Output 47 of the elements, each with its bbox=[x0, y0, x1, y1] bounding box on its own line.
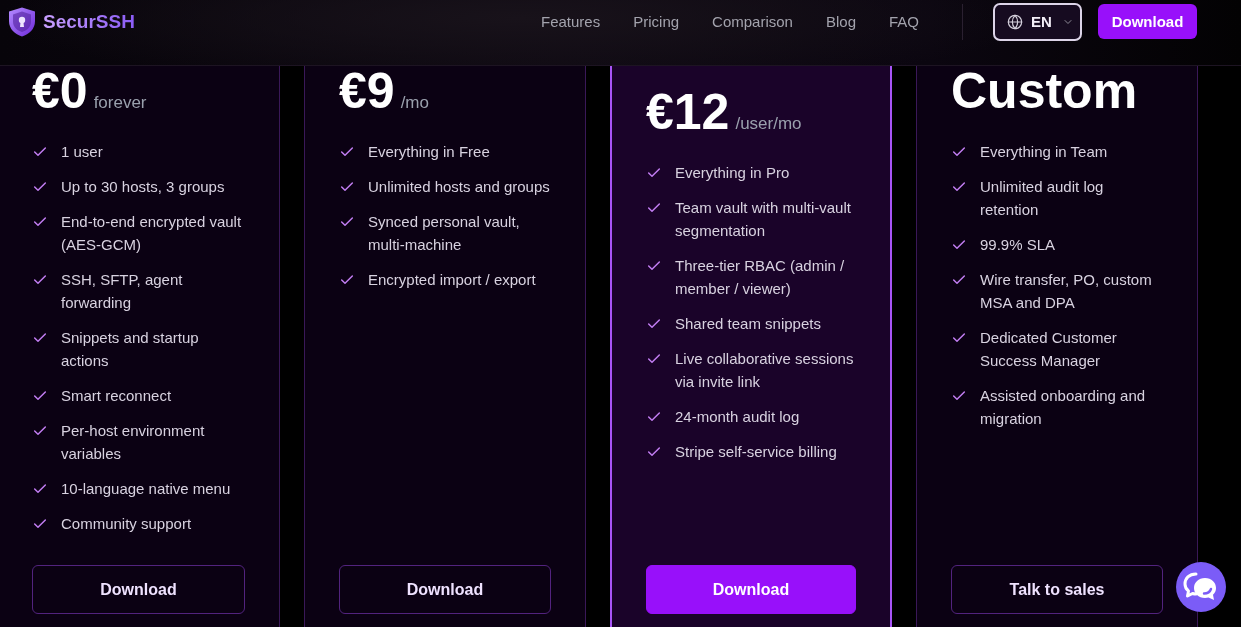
feature-text: 24-month audit log bbox=[675, 407, 800, 427]
feature-text: Smart reconnect bbox=[61, 386, 172, 406]
nav-link[interactable]: FAQ bbox=[889, 13, 919, 30]
feature-text: Snippets and startup actions bbox=[61, 328, 200, 371]
nav-link[interactable]: Comparison bbox=[712, 13, 793, 30]
feature-text: End-to-end encrypted vault (AES-GCM) bbox=[61, 212, 243, 255]
feature-text: Shared team snippets bbox=[675, 314, 821, 334]
download-button[interactable]: Download bbox=[1098, 4, 1197, 39]
feature-text: 10-language native menu bbox=[61, 479, 231, 499]
feature-text: Encrypted import / export bbox=[368, 270, 536, 290]
plan-button[interactable]: Download bbox=[646, 565, 856, 614]
feature-text: Synced personal vault, multi-machine bbox=[368, 212, 521, 255]
feature-text: 99.9% SLA bbox=[980, 235, 1056, 255]
feature-text: Assisted onboarding and migration bbox=[980, 386, 1147, 429]
plan-button[interactable]: Download bbox=[339, 565, 551, 614]
price: €9 bbox=[339, 66, 395, 116]
price: Custom bbox=[951, 66, 1138, 116]
feature-text: Team vault with multi-vault segmentation bbox=[675, 198, 852, 241]
nav-link[interactable]: Features bbox=[541, 13, 601, 30]
chat-icon[interactable] bbox=[1176, 562, 1226, 612]
billing-period: /user/mo bbox=[735, 114, 802, 134]
feature-text: Live collaborative sessions via invite link bbox=[675, 349, 855, 392]
feature-text: Up to 30 hosts, 3 groups bbox=[61, 177, 225, 197]
feature-text: 1 user bbox=[61, 142, 103, 162]
feature-text: Wire transfer, PO, custom MSA and DPA bbox=[980, 270, 1153, 313]
feature-text: Unlimited audit log retention bbox=[980, 177, 1105, 220]
feature-text: Dedicated Customer Success Manager bbox=[980, 328, 1118, 371]
billing-period: forever bbox=[93, 93, 147, 113]
shield-logo-icon bbox=[8, 6, 36, 37]
billing-period: /mo bbox=[400, 93, 429, 113]
feature-text: Community support bbox=[61, 514, 192, 534]
feature-text: SSH, SFTP, agent forwarding bbox=[61, 270, 184, 313]
price: €0 bbox=[32, 66, 88, 116]
feature-text: Per-host environment variables bbox=[61, 421, 206, 464]
nav-link[interactable]: Pricing bbox=[633, 13, 680, 30]
price: €12 bbox=[646, 87, 730, 137]
feature-text: Everything in Team bbox=[980, 142, 1108, 162]
feature-text: Unlimited hosts and groups bbox=[368, 177, 550, 197]
plan-button[interactable]: Talk to sales bbox=[951, 565, 1163, 614]
plan-button[interactable]: Download bbox=[32, 565, 245, 614]
globe-icon bbox=[1007, 13, 1023, 30]
language-button[interactable]: EN bbox=[993, 2, 1082, 41]
feature-text: Stripe self-service billing bbox=[675, 442, 837, 462]
feature-text: Everything in Pro bbox=[675, 163, 790, 183]
feature-text: Three-tier RBAC (admin / member / viewer) bbox=[675, 256, 846, 299]
nav-link[interactable]: Blog bbox=[825, 13, 856, 30]
feature-text: Everything in Free bbox=[368, 142, 490, 162]
